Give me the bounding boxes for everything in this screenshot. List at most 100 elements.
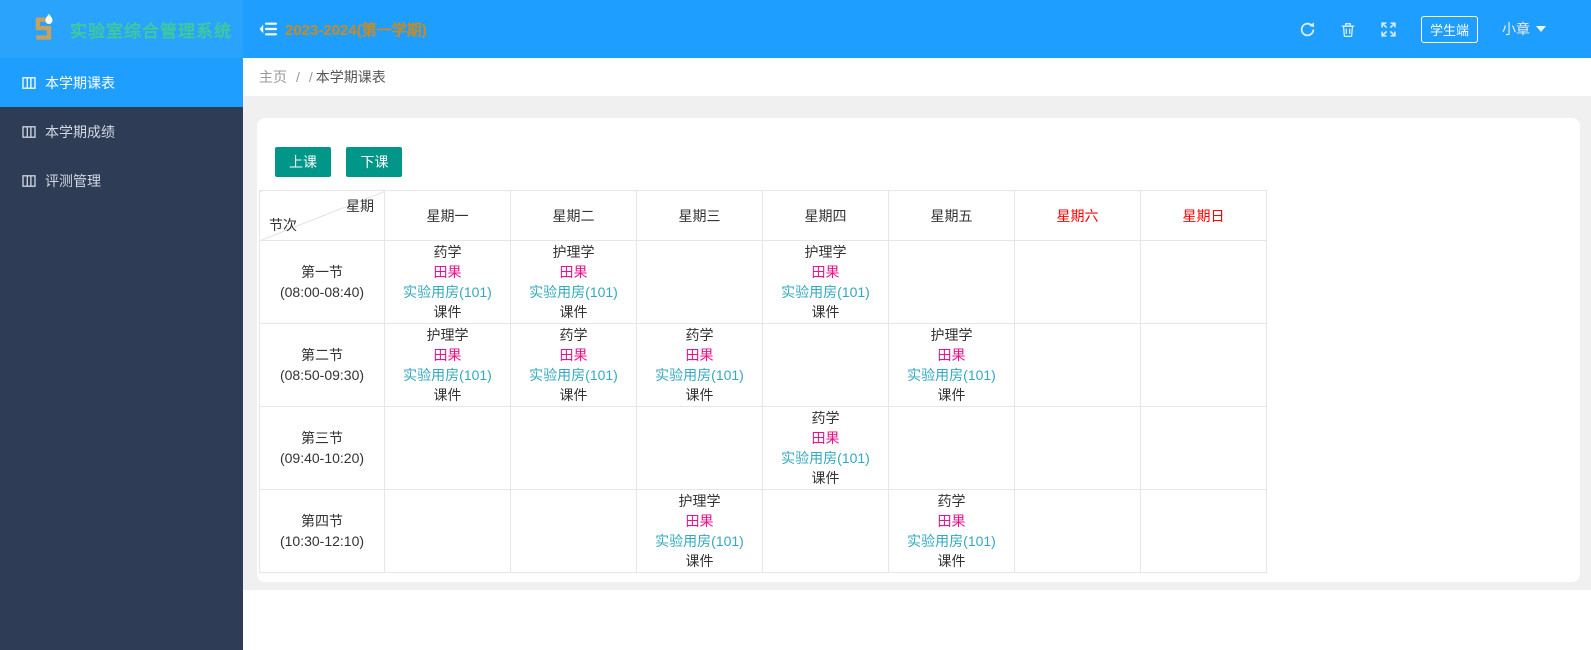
- lesson-file-link[interactable]: 课件: [889, 551, 1014, 571]
- menu-fold-icon: [259, 22, 277, 36]
- columns-icon: [22, 125, 36, 138]
- timetable-card: 上课 下课 星期 节次 星期一 星期二 星期三 星期四 星期五 星期六 星期日 第一节 (08:00…: [257, 118, 1580, 582]
- breadcrumb-home[interactable]: 主页: [259, 67, 287, 87]
- semester-selector[interactable]: 2023-2024(第一学期): [259, 19, 427, 40]
- lesson-file-link[interactable]: 课件: [385, 302, 510, 322]
- lesson-cell: 护理学田果实验用房(101) 课件: [888, 323, 1015, 407]
- day-header: 星期五: [888, 190, 1015, 241]
- corner-week-label: 星期: [346, 198, 374, 214]
- lesson-cell: 护理学 田果 实验用房(101) 课件: [384, 323, 511, 407]
- sidebar-item-label: 本学期成绩: [45, 123, 115, 140]
- period-cell: 第二节 (08:50-09:30): [259, 323, 385, 407]
- lesson-cell: [1014, 489, 1141, 573]
- lesson-file-link[interactable]: 课件: [511, 302, 636, 322]
- lesson-cell: [384, 489, 511, 573]
- start-class-button[interactable]: 上课: [275, 147, 331, 177]
- username: 小章: [1502, 21, 1530, 37]
- lesson-teacher: 田果: [937, 347, 966, 363]
- lesson-room: 实验用房(101): [529, 367, 618, 383]
- lesson-cell: [1014, 240, 1141, 324]
- sidebar-item-timetable[interactable]: 本学期课表: [0, 58, 243, 107]
- lesson-teacher: 田果: [811, 264, 840, 280]
- day-header: 星期一: [384, 190, 511, 241]
- columns-icon: [22, 76, 36, 89]
- lesson-room: 实验用房(101): [907, 367, 996, 383]
- corner-period-label: 节次: [269, 217, 297, 233]
- trash-icon[interactable]: [1340, 21, 1356, 38]
- user-menu[interactable]: 小章: [1502, 19, 1546, 39]
- day-header: 星期日: [1140, 190, 1267, 241]
- sidebar-item-grades[interactable]: 本学期成绩: [0, 107, 243, 156]
- lesson-file-link[interactable]: 课件: [763, 302, 888, 322]
- lesson-cell: [1140, 323, 1267, 407]
- lesson-cell: [636, 240, 763, 324]
- app-logo-icon: [26, 12, 60, 46]
- lesson-room: 实验用房(101): [907, 533, 996, 549]
- sidebar-item-evaluation[interactable]: 评测管理: [0, 156, 243, 205]
- lesson-cell: [1014, 406, 1141, 490]
- corner-cell: 星期节次: [259, 190, 385, 241]
- day-header: 星期三: [636, 190, 763, 241]
- lesson-file-link[interactable]: 课件: [637, 385, 762, 405]
- lesson-cell: 药学田果实验用房(101) 课件: [888, 489, 1015, 573]
- lesson-course: 药学: [685, 327, 714, 343]
- logo-zone: 实验室综合管理系统: [0, 0, 243, 58]
- lesson-teacher: 田果: [433, 264, 462, 280]
- breadcrumb: 主页 / / 本学期课表: [243, 58, 1591, 97]
- timetable-row: 第二节 (08:50-09:30) 护理学 田果 实验用房(101) 课件 药学 田果 实验用房…: [259, 323, 1267, 407]
- lesson-cell: [1014, 323, 1141, 407]
- lesson-file-link[interactable]: 课件: [637, 551, 762, 571]
- period-name: 第二节: [301, 347, 343, 363]
- period-name: 第一节: [301, 264, 343, 280]
- lesson-room: 实验用房(101): [655, 367, 744, 383]
- lesson-file-link[interactable]: 课件: [763, 468, 888, 488]
- lesson-cell: [888, 406, 1015, 490]
- fullscreen-icon[interactable]: [1380, 21, 1397, 38]
- lesson-teacher: 田果: [937, 513, 966, 529]
- timetable-row: 第三节 (09:40-10:20) 药学 田果 实验用房(101) 课件: [259, 406, 1267, 490]
- lesson-file-link[interactable]: 课件: [889, 385, 1014, 405]
- lesson-teacher: 田果: [559, 347, 588, 363]
- lesson-cell: 护理学田果实验用房(101) 课件: [762, 240, 889, 324]
- sidebar: 本学期课表 本学期成绩 评测管理: [0, 58, 243, 650]
- lesson-cell: 护理学 田果 实验用房(101) 课件: [636, 489, 763, 573]
- end-class-button[interactable]: 下课: [346, 147, 403, 177]
- lesson-cell: [1140, 406, 1267, 490]
- sidebar-item-label: 本学期课表: [45, 74, 115, 91]
- timetable: 星期 节次 星期一 星期二 星期三 星期四 星期五 星期六 星期日 第一节 (08:00-08:40…: [259, 190, 1267, 573]
- topbar: 实验室综合管理系统 2023-2024(第一学期) 学生端 小章: [0, 0, 1591, 58]
- lesson-course: 护理学: [804, 244, 847, 260]
- lesson-cell: [510, 406, 637, 490]
- lesson-cell: [1140, 240, 1267, 324]
- refresh-icon[interactable]: [1299, 21, 1316, 38]
- lesson-course: 药学: [433, 244, 462, 260]
- lesson-cell: [636, 406, 763, 490]
- lesson-room: 实验用房(101): [781, 284, 870, 300]
- period-cell: 第三节 (09:40-10:20): [259, 406, 385, 490]
- lesson-course: 药学: [937, 493, 966, 509]
- lesson-course: 护理学: [930, 327, 973, 343]
- student-portal-badge[interactable]: 学生端: [1420, 15, 1478, 43]
- period-cell: 第一节 (08:00-08:40): [259, 240, 385, 324]
- period-name: 第三节: [301, 430, 343, 446]
- lesson-teacher: 田果: [685, 347, 714, 363]
- toolbar: 上课 下课: [275, 147, 1578, 177]
- lesson-room: 实验用房(101): [655, 533, 744, 549]
- lesson-teacher: 田果: [559, 264, 588, 280]
- lesson-room: 实验用房(101): [403, 284, 492, 300]
- period-time: (08:00-08:40): [279, 284, 365, 300]
- lesson-course: 药学: [559, 327, 588, 343]
- lesson-course: 药学: [811, 410, 840, 426]
- lesson-cell: 药学田果实验用房(101) 课件: [510, 323, 637, 407]
- timetable-row: 第四节 (10:30-12:10) 护理学 田果 实验用房(101) 课件 药学 田果 实验用房…: [259, 489, 1267, 573]
- period-time: (08:50-09:30): [279, 367, 365, 383]
- breadcrumb-separator: /: [308, 69, 313, 85]
- lesson-file-link[interactable]: 课件: [385, 385, 510, 405]
- day-header: 星期六: [1014, 190, 1141, 241]
- period-name: 第四节: [301, 513, 343, 529]
- lesson-file-link[interactable]: 课件: [511, 385, 636, 405]
- app-title: 实验室综合管理系统: [70, 21, 232, 41]
- lesson-cell: [762, 489, 889, 573]
- timetable-row: 第一节 (08:00-08:40) 药学 田果 实验用房(101) 课件 护理学 田果 实验用房…: [259, 240, 1267, 324]
- columns-icon: [22, 174, 36, 187]
